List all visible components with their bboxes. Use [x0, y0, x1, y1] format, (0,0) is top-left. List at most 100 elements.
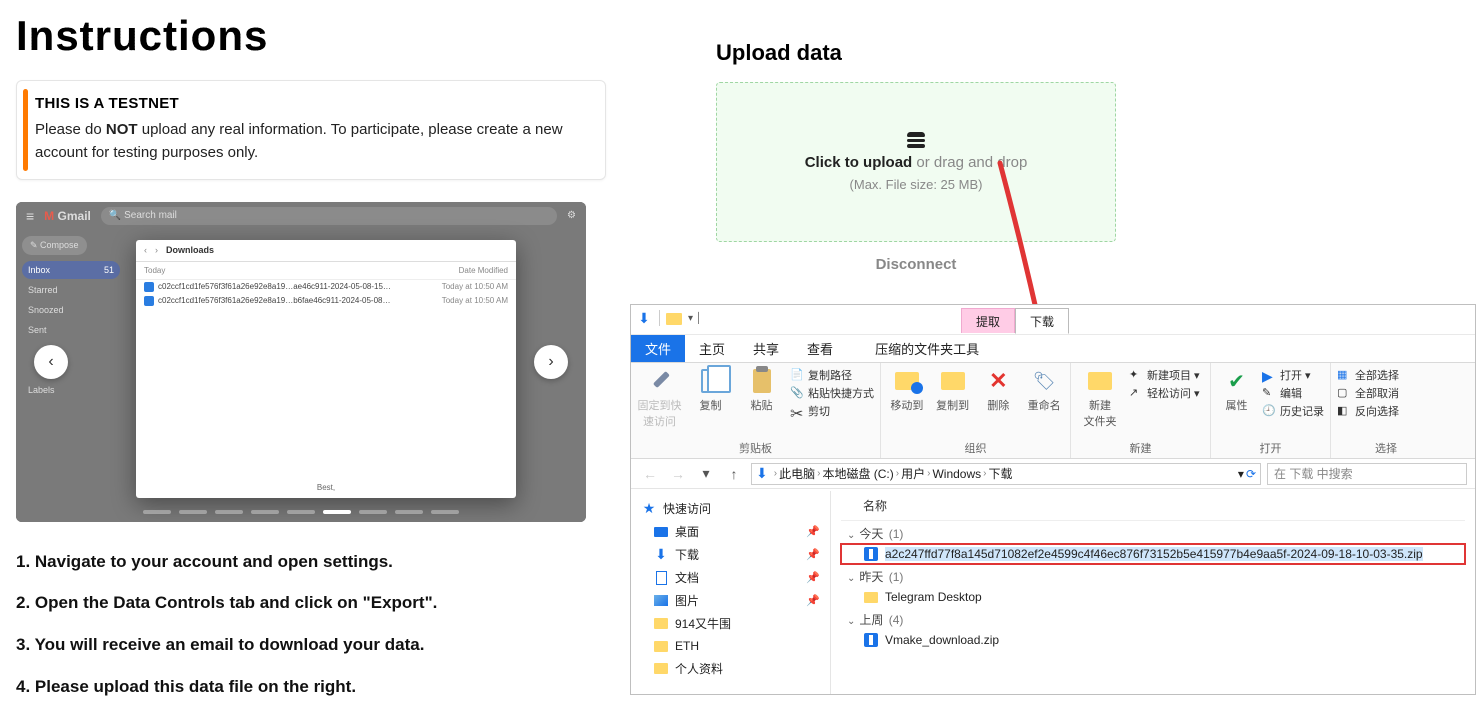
ribbon-pasteshortcut[interactable]: 📎粘贴快捷方式: [790, 385, 874, 401]
finder-title: Downloads: [166, 245, 214, 255]
ribbon-paste[interactable]: 粘贴: [739, 367, 784, 413]
carousel-prev-button[interactable]: ‹: [34, 345, 68, 379]
crumb-dropdown-icon[interactable]: ▾: [1238, 467, 1244, 481]
tree-folder[interactable]: 914又牛围: [631, 612, 830, 635]
newfolder-icon: [1088, 372, 1112, 390]
contextual-tab-extract[interactable]: 提取: [961, 308, 1015, 333]
tree-documents[interactable]: 文档📌: [631, 566, 830, 589]
quick-access-toolbar: ⬇ ▾ │: [635, 309, 702, 327]
gmail-search: 🔍 Search mail: [101, 207, 557, 225]
finder-col-date: Date Modified: [387, 266, 508, 275]
testnet-body-pre: Please do: [35, 121, 106, 138]
ribbon-invert[interactable]: ◧反向选择: [1337, 403, 1399, 419]
crumb-downloads[interactable]: 下载: [989, 465, 1013, 482]
crumb-pc[interactable]: 此电脑: [779, 465, 815, 482]
menu-home[interactable]: 主页: [685, 335, 739, 362]
rename-icon: 🏷: [1030, 367, 1058, 395]
pin-icon: [644, 365, 675, 396]
carousel-next-button[interactable]: ›: [534, 345, 568, 379]
group-lastweek[interactable]: ⌄上周 (4): [841, 607, 1465, 630]
ribbon-group-organize: 组织: [887, 438, 1064, 458]
easyaccess-icon: ↗: [1129, 386, 1143, 400]
finder-fwd-icon: ›: [155, 245, 158, 255]
testnet-heading: THIS IS A TESTNET: [35, 95, 589, 112]
ribbon-properties[interactable]: ✔属性: [1217, 367, 1256, 413]
ribbon-group-new: 新建: [1077, 438, 1204, 458]
menu-share[interactable]: 共享: [739, 335, 793, 362]
ribbon-history[interactable]: 🕘历史记录: [1262, 403, 1324, 419]
tree-pictures[interactable]: 图片📌: [631, 589, 830, 612]
explorer-addressbar: ← → ▾ ↑ ⬇ › 此电脑› 本地磁盘 (C:)› 用户› Windows›…: [631, 459, 1475, 489]
upload-dropzone[interactable]: Click to upload or drag and drop (Max. F…: [716, 82, 1116, 242]
crumb-windows[interactable]: Windows: [932, 467, 981, 481]
ribbon-easyaccess[interactable]: ↗轻松访问 ▾: [1129, 385, 1200, 401]
upload-heading: Upload data: [716, 40, 1136, 66]
pin-icon: 📌: [806, 548, 820, 561]
nav-back-button[interactable]: ←: [639, 463, 661, 485]
down-arrow-icon: ⬇: [635, 309, 653, 327]
menu-ziptools[interactable]: 压缩的文件夹工具: [861, 335, 993, 362]
tune-icon: ⚙: [567, 210, 576, 221]
file-row[interactable]: Telegram Desktop: [841, 587, 1465, 607]
menu-file[interactable]: 文件: [631, 335, 685, 362]
tree-folder[interactable]: ETH: [631, 635, 830, 657]
ribbon-pin[interactable]: 固定到快 速访问: [637, 367, 682, 429]
ribbon-selectnone[interactable]: ▢全部取消: [1337, 385, 1399, 401]
explorer-search[interactable]: 在 下载 中搜索: [1267, 463, 1467, 485]
crumb-disk[interactable]: 本地磁盘 (C:): [822, 465, 893, 482]
explorer-titlebar: ⬇ ▾ │ 提取 下载: [631, 305, 1475, 335]
tree-folder[interactable]: 个人资料: [631, 657, 830, 680]
tab-downloads[interactable]: 下载: [1015, 308, 1069, 334]
nav-forward-button[interactable]: →: [667, 463, 689, 485]
qat-dropdown-icon[interactable]: ▾ │: [688, 313, 702, 324]
tree-quickaccess[interactable]: ★快速访问: [631, 497, 830, 520]
scissors-icon: ✂: [790, 404, 804, 418]
tree-desktop[interactable]: 桌面📌: [631, 520, 830, 543]
nav-up-button[interactable]: ↑: [723, 463, 745, 485]
group-today[interactable]: ⌄今天 (1): [841, 521, 1465, 544]
explorer-ribbon: 固定到快 速访问 复制 粘贴 📄复制路径 📎粘贴快捷方式 ✂剪切 剪贴板 移动到…: [631, 363, 1475, 459]
pin-icon: 📌: [806, 594, 820, 607]
finder-window: ‹ › Downloads TodayDate Modified c02ccf1…: [136, 240, 516, 498]
disconnect-button[interactable]: Disconnect: [716, 256, 1116, 273]
open-icon: ▶: [1262, 368, 1276, 382]
nav-recent-button[interactable]: ▾: [695, 463, 717, 485]
ribbon-newfolder[interactable]: 新建 文件夹: [1077, 367, 1123, 429]
finder-back-icon: ‹: [144, 245, 147, 255]
pin-icon: 📌: [806, 525, 820, 538]
ribbon-copyto[interactable]: 复制到: [933, 367, 973, 413]
ribbon-copypath[interactable]: 📄复制路径: [790, 367, 874, 383]
tree-downloads[interactable]: ⬇下载📌: [631, 543, 830, 566]
menu-view[interactable]: 查看: [793, 335, 847, 362]
breadcrumb[interactable]: ⬇ › 此电脑› 本地磁盘 (C:)› 用户› Windows› 下载 ▾ ⟳: [751, 463, 1261, 485]
invert-icon: ◧: [1337, 404, 1351, 418]
group-yesterday[interactable]: ⌄昨天 (1): [841, 564, 1465, 587]
ribbon-group-clipboard: 剪贴板: [637, 438, 874, 458]
ribbon-edit[interactable]: ✎编辑: [1262, 385, 1324, 401]
col-name[interactable]: 名称: [841, 491, 1465, 521]
file-row-selected[interactable]: a2c247ffd77f8a145d71082ef2e4599c4f46ec87…: [841, 544, 1465, 564]
ribbon-cut[interactable]: ✂剪切: [790, 403, 874, 419]
ribbon-newitem[interactable]: ✦新建项目 ▾: [1129, 367, 1200, 383]
desktop-icon: [654, 527, 668, 537]
copyto-icon: [941, 372, 965, 390]
refresh-icon[interactable]: ⟳: [1246, 467, 1256, 481]
step-3: 3. You will receive an email to download…: [16, 633, 606, 657]
shortcut-icon: 📎: [790, 386, 804, 400]
pictures-icon: [654, 595, 668, 606]
ribbon-group-open: 打开: [1217, 438, 1324, 458]
ribbon-moveto[interactable]: 移动到: [887, 367, 927, 413]
star-icon: ★: [641, 501, 657, 517]
ribbon-open[interactable]: ▶打开 ▾: [1262, 367, 1324, 383]
document-icon: [656, 571, 667, 585]
file-row[interactable]: Vmake_download.zip: [841, 630, 1465, 650]
folder-icon: [654, 663, 668, 674]
crumb-users[interactable]: 用户: [901, 465, 925, 482]
file-explorer-window: ⬇ ▾ │ 提取 下载 文件 主页 共享 查看 压缩的文件夹工具 固定到快 速访…: [630, 304, 1476, 695]
ribbon-delete[interactable]: ✕删除: [979, 367, 1019, 413]
carousel-dots: [16, 510, 586, 514]
step-4: 4. Please upload this data file on the r…: [16, 675, 606, 699]
ribbon-rename[interactable]: 🏷重命名: [1024, 367, 1064, 413]
ribbon-selectall[interactable]: ▦全部选择: [1337, 367, 1399, 383]
ribbon-copy[interactable]: 复制: [688, 367, 733, 413]
